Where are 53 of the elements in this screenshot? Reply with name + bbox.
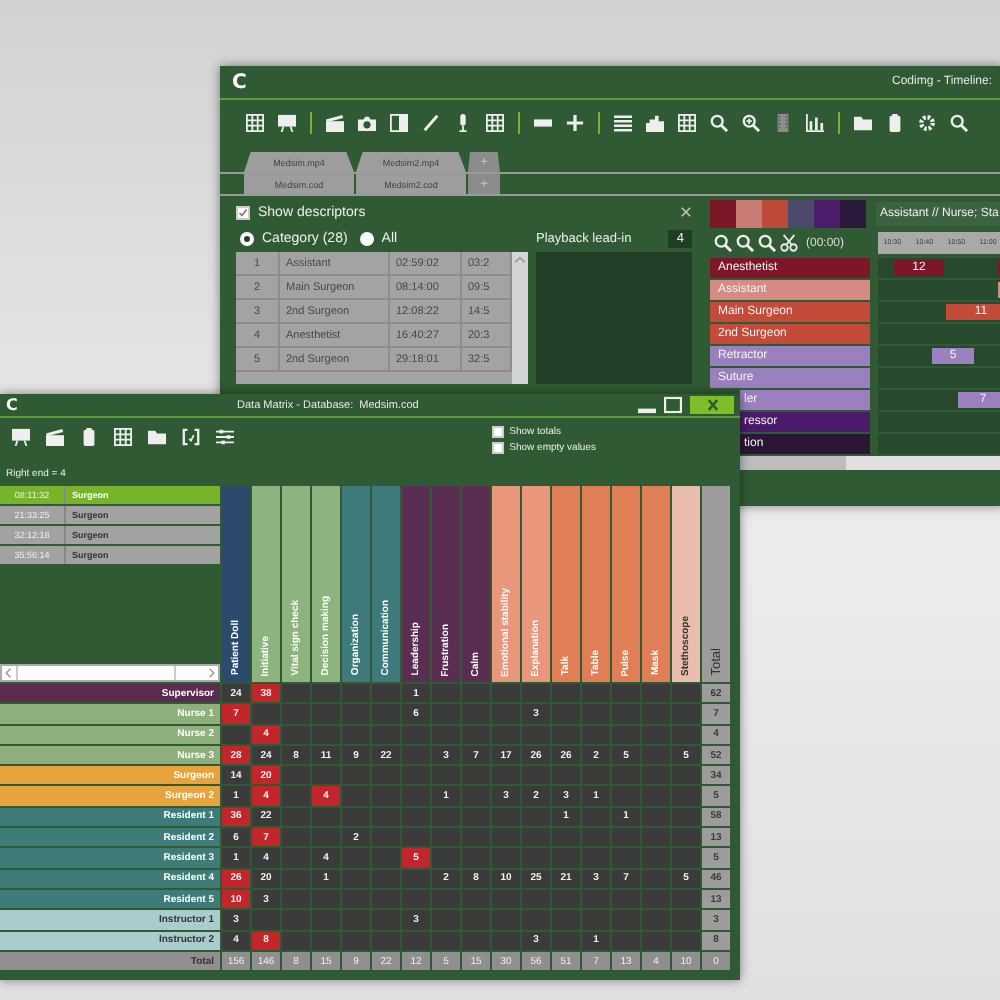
track-lane [878, 434, 1000, 454]
app-logo: C [232, 71, 247, 93]
color-swatch[interactable] [736, 200, 762, 228]
close-button[interactable] [690, 396, 734, 414]
pen-icon[interactable] [422, 113, 440, 131]
scrollbar[interactable] [740, 456, 1000, 470]
presentation-icon[interactable] [278, 113, 296, 131]
radio-button[interactable] [359, 231, 374, 245]
bar-chart-icon[interactable] [646, 113, 664, 131]
color-swatch[interactable] [840, 200, 866, 228]
clapperboard-icon[interactable] [326, 113, 344, 131]
folder-icon[interactable] [148, 427, 166, 445]
color-swatch[interactable] [788, 200, 814, 228]
search-icon[interactable] [758, 234, 776, 252]
contrast-icon[interactable] [390, 113, 408, 131]
clipboard-icon[interactable] [80, 427, 98, 445]
chevron-left-icon[interactable] [2, 666, 16, 680]
presentation-icon[interactable] [12, 427, 30, 445]
camera-icon[interactable] [358, 113, 376, 131]
search-icon[interactable] [950, 113, 968, 131]
sliders-icon[interactable] [216, 427, 234, 445]
checkbox[interactable] [491, 426, 504, 438]
color-swatch[interactable] [814, 200, 840, 228]
color-swatch[interactable] [710, 200, 736, 228]
zoom-icon[interactable] [742, 113, 760, 131]
grid-icon[interactable] [486, 113, 504, 131]
folder-icon[interactable] [854, 113, 872, 131]
search-icon[interactable] [736, 234, 754, 252]
clapperboard-icon[interactable] [46, 427, 64, 445]
search-icon[interactable] [714, 234, 732, 252]
search-icon[interactable] [710, 113, 728, 131]
scissors-icon[interactable] [780, 234, 798, 252]
radio-button[interactable] [240, 231, 254, 245]
settings-icon[interactable] [918, 113, 936, 131]
scrollbar[interactable] [512, 252, 528, 384]
clipboard-icon[interactable] [886, 113, 904, 131]
microphone-icon[interactable] [454, 113, 472, 131]
grid-icon[interactable] [246, 113, 264, 131]
grid-icon[interactable] [114, 427, 132, 445]
chevron-right-icon[interactable] [204, 666, 218, 680]
color-swatch[interactable] [762, 200, 788, 228]
app-logo: C [6, 396, 18, 414]
checkbox[interactable] [236, 205, 250, 219]
list-icon[interactable] [614, 113, 632, 131]
maximize-icon[interactable] [664, 396, 682, 414]
plus-icon[interactable] [566, 113, 584, 131]
close-icon[interactable] [680, 206, 692, 218]
checkbox[interactable] [491, 442, 504, 454]
brackets-icon[interactable] [182, 427, 200, 445]
rectangle-icon[interactable] [534, 113, 552, 131]
chart-icon[interactable] [806, 113, 824, 131]
grid-icon[interactable] [678, 113, 696, 131]
scrollbar[interactable] [0, 664, 220, 682]
